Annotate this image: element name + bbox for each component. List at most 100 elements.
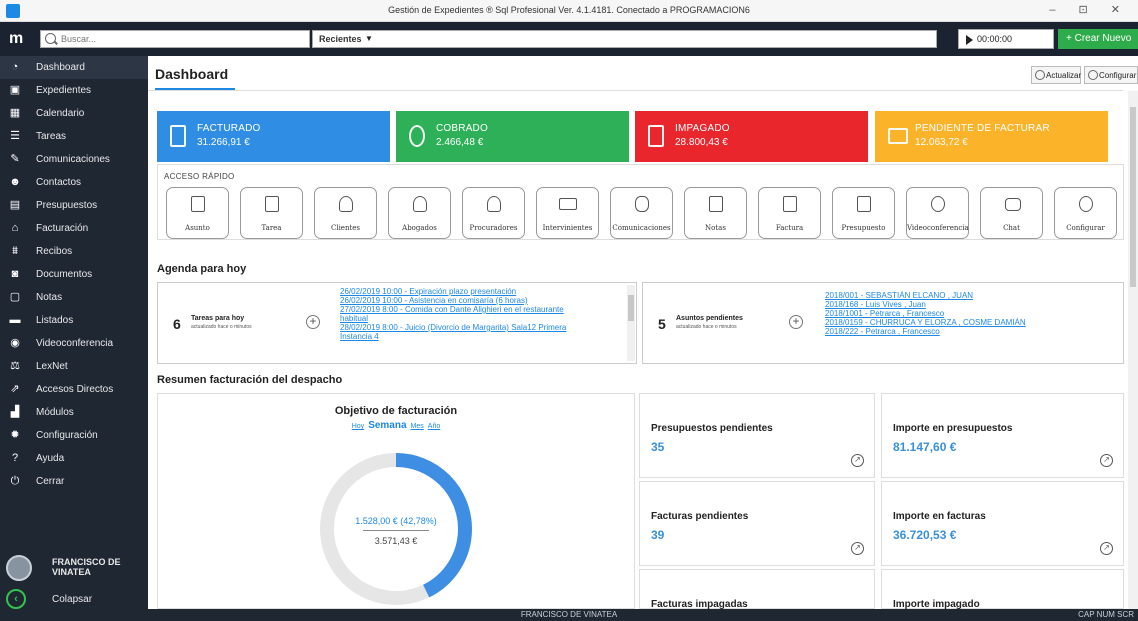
tab-semana[interactable]: Semana [368,420,406,431]
task-link[interactable]: 27/02/2019 8:00 - Comida con Dante Aligh… [340,305,620,314]
card-value: 31.266,91 € [197,137,250,148]
task-link[interactable]: Instancia 4 [340,332,620,341]
arrow-up-right-icon[interactable]: ↗ [1100,542,1113,555]
sidebar-item-expedientes[interactable]: ▣ Expedientes [0,79,148,102]
stat-facturas-pendientes[interactable]: Facturas pendientes 39 ↗ [639,481,875,566]
quick-tarea-button[interactable]: Tarea [240,187,303,239]
sidebar-item-label: Dashboard [36,62,85,73]
stat-importe-presupuestos[interactable]: Importe en presupuestos 81.147,60 € ↗ [881,393,1124,478]
sidebar-item-presupuestos[interactable]: ▤ Presupuestos [0,194,148,217]
sidebar-item-cerrar[interactable]: ⏻ Cerrar [0,470,148,493]
quick-label: Abogados [402,224,437,232]
arrow-up-right-icon[interactable]: ↗ [851,542,864,555]
tab-ano[interactable]: Año [428,423,440,430]
sidebar: ◔ Dashboard ▣ Expedientes ▦ Calendario ☰ Tar… [0,56,148,609]
task-link[interactable]: 26/02/2019 10:00 - Asistencia en comisar… [340,296,620,305]
matter-link[interactable]: 2018/001 - SEBASTIÁN ELCANO , JUAN [825,291,1115,300]
sidebar-item-dashboard[interactable]: ◔ Dashboard [0,56,148,79]
sidebar-item-accesos-directos[interactable]: ⇗ Accesos Directos [0,378,148,401]
card-cobrado[interactable]: COBRADO 2.466,48 € [396,111,629,162]
agenda-title: Agenda para hoy [157,263,247,275]
quick-label: Clientes [330,224,361,232]
sidebar-item-facturacion[interactable]: ⌂ Facturación [0,217,148,240]
help-icon: ? [11,452,19,464]
sidebar-item-label: LexNet [36,361,68,372]
sidebar-item-label: Facturación [36,223,89,234]
matter-link[interactable]: 2018/1001 - Petrarca , Francesco [825,309,1115,318]
refresh-button[interactable]: Actualizar [1031,66,1081,84]
search-input[interactable] [61,32,301,46]
sidebar-item-notas[interactable]: ▢ Notas [0,286,148,309]
sidebar-item-modulos[interactable]: ▟ Módulos [0,401,148,424]
sidebar-item-comunicaciones[interactable]: ✎ Comunicaciones [0,148,148,171]
scrollbar-thumb[interactable] [628,295,634,321]
quick-chat-button[interactable]: Chat [980,187,1043,239]
quick-configurar-button[interactable]: Configurar [1054,187,1117,239]
sidebar-item-ayuda[interactable]: ? Ayuda [0,447,148,470]
quick-comunicaciones-button[interactable]: Comunicaciones [610,187,673,239]
matter-link[interactable]: 2018/168 - Luis Vives , Juan [825,300,1115,309]
timer-button[interactable]: 00:00:00 [958,29,1054,49]
create-new-button[interactable]: + Crear Nuevo [1058,29,1138,49]
matter-link[interactable]: 2018/0159 - CHURRUCA Y ELORZA , COSME DA… [825,318,1115,327]
add-matter-icon[interactable]: + [789,315,803,329]
sidebar-item-listados[interactable]: ▬ Listados [0,309,148,332]
quick-factura-button[interactable]: Factura [758,187,821,239]
search-box[interactable] [40,30,310,48]
arrow-up-right-icon[interactable]: ↗ [851,454,864,467]
matters-label: Asuntos pendientes [676,315,743,322]
stat-importe-impagado[interactable]: Importe impagado [881,569,1124,610]
stat-presupuestos-pendientes[interactable]: Presupuestos pendientes 35 ↗ [639,393,875,478]
billing-summary: Objetivo de facturación Hoy Semana Mes Año … [157,393,1124,610]
quick-notas-button[interactable]: Notas [684,187,747,239]
recent-dropdown[interactable]: Recientes ▼ [312,30,937,48]
card-facturado[interactable]: FACTURADO 31.266,91 € [157,111,390,162]
card-impagado[interactable]: IMPAGADO 28.800,43 € [635,111,868,162]
card-label: PENDIENTE DE FACTURAR [915,123,1050,134]
quick-procuradores-button[interactable]: Procuradores [462,187,525,239]
stat-facturas-impagadas[interactable]: Facturas impagadas [639,569,875,610]
task-link[interactable]: 28/02/2019 8:00 - Juicio (Divorcio de Ma… [340,323,620,332]
quick-label: Videoconferencia [907,224,969,232]
quick-asunto-button[interactable]: Asunto [166,187,229,239]
quick-videoconferencia-button[interactable]: Videoconferencia [906,187,969,239]
matter-link[interactable]: 2018/222 - Petrarca , Francesco [825,327,1115,336]
scrollbar-thumb[interactable] [1130,107,1136,287]
tasks-scrollbar[interactable] [627,285,635,361]
recent-label: Recientes [319,34,362,44]
add-task-icon[interactable]: + [306,315,320,329]
main-scrollbar[interactable] [1128,91,1138,609]
collapse-button[interactable]: ‹ Colapsar [0,588,148,610]
shortcuts-icon: ⇗ [10,383,20,395]
quick-abogados-button[interactable]: Abogados [388,187,451,239]
arrow-up-right-icon[interactable]: ↗ [1100,454,1113,467]
window-controls[interactable]: – ⊡ ✕ [1049,3,1130,16]
sidebar-item-recibos[interactable]: ⩩ Recibos [0,240,148,263]
sidebar-item-configuracion[interactable]: ✹ Configuración [0,424,148,447]
quick-intervinientes-button[interactable]: Intervinientes [536,187,599,239]
sidebar-item-label: Comunicaciones [36,154,110,165]
status-indicators: CAP NUM SCR [1078,610,1134,619]
billing-objective-panel: Objetivo de facturación Hoy Semana Mes Año … [157,393,635,609]
sidebar-item-documentos[interactable]: ◙ Documentos [0,263,148,286]
tab-hoy[interactable]: Hoy [352,423,364,430]
sidebar-item-lexnet[interactable]: ⚖ LexNet [0,355,148,378]
briefcase-icon: ▣ [9,84,21,96]
sidebar-item-contactos[interactable]: ☻ Contactos [0,171,148,194]
quick-presupuesto-button[interactable]: Presupuesto [832,187,895,239]
sidebar-item-calendario[interactable]: ▦ Calendario [0,102,148,125]
task-link[interactable]: habitual [340,314,620,323]
quick-clientes-button[interactable]: Clientes [314,187,377,239]
card-pendiente-facturar[interactable]: PENDIENTE DE FACTURAR 12.063,72 € [875,111,1108,162]
notes-icon: ▢ [9,291,21,303]
sidebar-item-tareas[interactable]: ☰ Tareas [0,125,148,148]
task-link[interactable]: 26/02/2019 10:00 - Expiración plazo pres… [340,287,620,296]
budget-icon [857,196,871,212]
tab-mes[interactable]: Mes [411,423,424,430]
user-profile[interactable]: FRANCISCO DE VINATEA [0,551,148,587]
configure-button[interactable]: Configurar [1084,66,1138,84]
stat-importe-facturas[interactable]: Importe en facturas 36.720,53 € ↗ [881,481,1124,566]
contacts-icon: ☻ [9,176,21,188]
tasks-count: 6 [173,316,181,332]
sidebar-item-videoconferencia[interactable]: ◉ Videoconferencia [0,332,148,355]
